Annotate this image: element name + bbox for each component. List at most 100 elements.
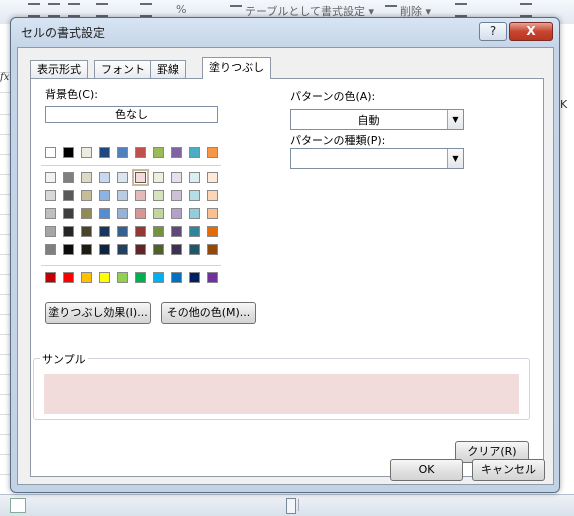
horizontal-scrollbar[interactable]: [298, 499, 429, 511]
dialog-client: 表示形式 フォント 罫線 塗りつぶし 背景色(C): 色なし 塗りつぶし効果(I…: [17, 47, 554, 485]
dialog-titlebar[interactable]: セルの書式設定 ? X: [11, 18, 559, 44]
theme-tint-swatch[interactable]: [117, 190, 128, 201]
theme-tint-swatch[interactable]: [153, 190, 164, 201]
theme-tint-swatch[interactable]: [189, 190, 200, 201]
theme-tint-swatch[interactable]: [171, 208, 182, 219]
sample-label: サンプル: [40, 351, 88, 367]
theme-tint-swatch[interactable]: [171, 226, 182, 237]
theme-tint-swatch[interactable]: [171, 172, 182, 183]
standard-color-swatch[interactable]: [63, 272, 74, 283]
theme-tint-swatch[interactable]: [117, 172, 128, 183]
theme-tint-swatch[interactable]: [99, 172, 110, 183]
standard-color-swatch[interactable]: [117, 272, 128, 283]
chevron-down-icon[interactable]: ▼: [447, 149, 463, 168]
standard-color-swatch[interactable]: [207, 272, 218, 283]
pattern-color-label: パターンの色(A):: [290, 90, 376, 103]
theme-tint-swatch[interactable]: [153, 244, 164, 255]
theme-tint-swatch[interactable]: [45, 208, 56, 219]
tab-border[interactable]: 罫線: [150, 60, 186, 78]
theme-tint-swatch[interactable]: [189, 172, 200, 183]
theme-tint-swatch[interactable]: [45, 244, 56, 255]
no-color-button[interactable]: 色なし: [45, 106, 218, 123]
theme-tint-swatch[interactable]: [99, 244, 110, 255]
fill-tab-panel: 背景色(C): 色なし 塗りつぶし効果(I)... その他の色(M)... パタ…: [30, 78, 544, 477]
standard-color-swatch[interactable]: [81, 272, 92, 283]
theme-tint-swatch[interactable]: [171, 190, 182, 201]
theme-tint-swatch[interactable]: [207, 226, 218, 237]
theme-color-swatch[interactable]: [117, 147, 128, 158]
standard-color-swatch[interactable]: [99, 272, 110, 283]
standard-color-swatch[interactable]: [135, 272, 146, 283]
theme-tint-swatch[interactable]: [153, 172, 164, 183]
insert-sheet-icon[interactable]: [10, 498, 26, 513]
theme-tint-swatch[interactable]: [135, 190, 146, 201]
close-button[interactable]: X: [509, 22, 553, 41]
theme-tint-swatch[interactable]: [45, 172, 56, 183]
sheet-bottom-bar: [0, 494, 574, 516]
theme-tint-swatch[interactable]: [63, 208, 74, 219]
palette-divider: [41, 165, 221, 166]
theme-tint-swatch[interactable]: [189, 244, 200, 255]
theme-tint-swatch[interactable]: [135, 208, 146, 219]
theme-tint-swatch[interactable]: [45, 226, 56, 237]
standard-color-swatch[interactable]: [171, 272, 182, 283]
theme-tint-swatch[interactable]: [63, 226, 74, 237]
theme-tint-swatch[interactable]: [63, 172, 74, 183]
theme-tint-swatch[interactable]: [63, 190, 74, 201]
theme-tint-swatch[interactable]: [207, 208, 218, 219]
theme-tint-swatch[interactable]: [189, 226, 200, 237]
theme-color-swatch[interactable]: [189, 147, 200, 158]
theme-tint-swatch[interactable]: [117, 226, 128, 237]
sample-group: サンプル: [33, 351, 530, 420]
theme-tint-swatch[interactable]: [81, 172, 92, 183]
column-header-k[interactable]: K: [560, 98, 567, 111]
theme-tint-swatch[interactable]: [132, 169, 149, 186]
theme-tint-swatch[interactable]: [153, 208, 164, 219]
standard-color-swatch[interactable]: [189, 272, 200, 283]
format-cells-dialog: セルの書式設定 ? X 表示形式 フォント 罫線 塗りつぶし 背景色(C): 色…: [10, 17, 560, 493]
pattern-color-select[interactable]: 自動 ▼: [290, 109, 464, 130]
theme-tint-swatch[interactable]: [207, 190, 218, 201]
theme-color-swatch[interactable]: [63, 147, 74, 158]
ok-button[interactable]: OK: [390, 459, 463, 481]
theme-color-swatch[interactable]: [81, 147, 92, 158]
chevron-down-icon[interactable]: ▼: [447, 110, 463, 129]
more-colors-button[interactable]: その他の色(M)...: [161, 302, 256, 324]
pattern-color-value: 自動: [357, 114, 380, 127]
theme-tint-swatch[interactable]: [63, 244, 74, 255]
theme-tint-swatch[interactable]: [81, 226, 92, 237]
pattern-style-select[interactable]: ▼: [290, 148, 464, 169]
theme-color-swatch[interactable]: [45, 147, 56, 158]
tab-number-format[interactable]: 表示形式: [30, 60, 88, 78]
pattern-style-label: パターンの種類(P):: [290, 134, 386, 147]
theme-tint-swatch[interactable]: [81, 208, 92, 219]
theme-tint-swatch[interactable]: [117, 244, 128, 255]
help-button[interactable]: ?: [479, 22, 507, 41]
theme-tint-swatch[interactable]: [135, 226, 146, 237]
theme-color-swatch[interactable]: [171, 147, 182, 158]
horizontal-scroll-handle[interactable]: [286, 498, 296, 514]
theme-tint-swatch[interactable]: [99, 226, 110, 237]
theme-tint-swatch[interactable]: [117, 208, 128, 219]
theme-tint-swatch[interactable]: [45, 190, 56, 201]
standard-color-swatch[interactable]: [153, 272, 164, 283]
theme-color-swatch[interactable]: [99, 147, 110, 158]
tab-fill[interactable]: 塗りつぶし: [202, 57, 272, 79]
theme-tint-swatch[interactable]: [207, 172, 218, 183]
cancel-button[interactable]: キャンセル: [472, 459, 545, 481]
theme-tint-swatch[interactable]: [81, 190, 92, 201]
theme-tint-swatch[interactable]: [207, 244, 218, 255]
theme-color-swatch[interactable]: [207, 147, 218, 158]
theme-tint-swatch[interactable]: [153, 226, 164, 237]
tab-font[interactable]: フォント: [94, 60, 152, 78]
theme-tint-swatch[interactable]: [81, 244, 92, 255]
theme-tint-swatch[interactable]: [99, 190, 110, 201]
theme-color-swatch[interactable]: [135, 147, 146, 158]
theme-tint-swatch[interactable]: [135, 244, 146, 255]
theme-color-swatch[interactable]: [153, 147, 164, 158]
theme-tint-swatch[interactable]: [171, 244, 182, 255]
fill-effects-button[interactable]: 塗りつぶし効果(I)...: [45, 302, 151, 324]
standard-color-swatch[interactable]: [45, 272, 56, 283]
theme-tint-swatch[interactable]: [99, 208, 110, 219]
theme-tint-swatch[interactable]: [189, 208, 200, 219]
